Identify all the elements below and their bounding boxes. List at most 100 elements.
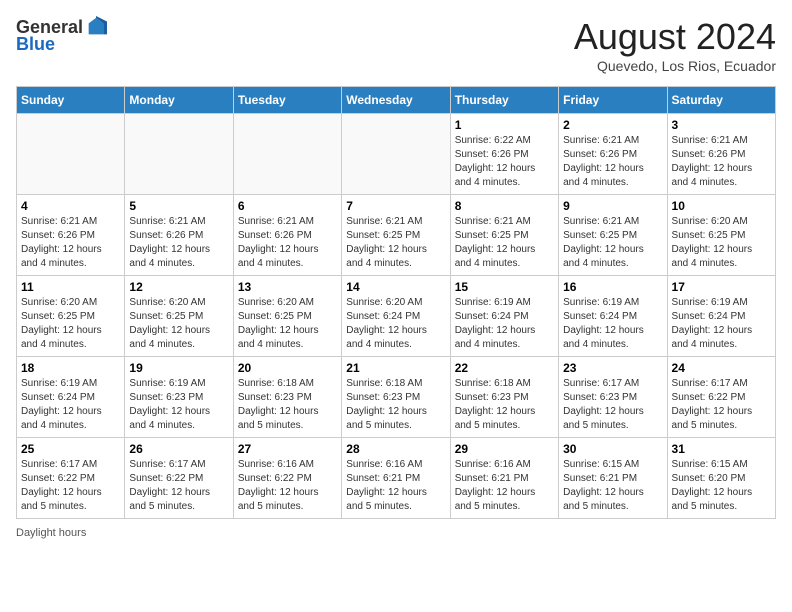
calendar-cell: 23 Sunrise: 6:17 AM Sunset: 6:23 PM Dayli… xyxy=(559,357,667,438)
calendar-header: SundayMondayTuesdayWednesdayThursdayFrid… xyxy=(17,87,776,114)
day-number: 15 xyxy=(455,280,554,294)
calendar-cell: 10 Sunrise: 6:20 AM Sunset: 6:25 PM Dayli… xyxy=(667,195,775,276)
calendar-week-1: 4 Sunrise: 6:21 AM Sunset: 6:26 PM Daylig… xyxy=(17,195,776,276)
day-info: Sunrise: 6:20 AM Sunset: 6:25 PM Dayligh… xyxy=(129,296,228,352)
day-number: 17 xyxy=(672,280,771,294)
calendar-table: SundayMondayTuesdayWednesdayThursdayFrid… xyxy=(16,86,776,519)
day-number: 30 xyxy=(563,442,662,456)
day-number: 26 xyxy=(129,442,228,456)
day-info: Sunrise: 6:20 AM Sunset: 6:25 PM Dayligh… xyxy=(21,296,120,352)
day-info: Sunrise: 6:18 AM Sunset: 6:23 PM Dayligh… xyxy=(346,377,445,433)
day-info: Sunrise: 6:18 AM Sunset: 6:23 PM Dayligh… xyxy=(238,377,337,433)
calendar-cell xyxy=(233,114,341,195)
calendar-cell: 14Sunrise: 6:20 AM Sunset: 6:24 PM Dayli… xyxy=(342,276,450,357)
calendar-cell: 2 Sunrise: 6:21 AM Sunset: 6:26 PM Daylig… xyxy=(559,114,667,195)
day-info: Sunrise: 6:15 AM Sunset: 6:20 PM Dayligh… xyxy=(672,458,771,514)
calendar-cell: 8 Sunrise: 6:21 AM Sunset: 6:25 PM Daylig… xyxy=(450,195,558,276)
day-header-monday: Monday xyxy=(125,87,233,114)
day-header-wednesday: Wednesday xyxy=(342,87,450,114)
calendar-week-0: 1 Sunrise: 6:22 AM Sunset: 6:26 PM Daylig… xyxy=(17,114,776,195)
calendar-cell: 25 Sunrise: 6:17 AM Sunset: 6:22 PM Dayli… xyxy=(17,438,125,519)
day-number: 13 xyxy=(238,280,337,294)
day-info: Sunrise: 6:18 AM Sunset: 6:23 PM Dayligh… xyxy=(455,377,554,433)
day-number: 14 xyxy=(346,280,445,294)
day-number: 24 xyxy=(672,361,771,375)
day-info: Sunrise: 6:19 AM Sunset: 6:24 PM Dayligh… xyxy=(563,296,662,352)
calendar-week-4: 25 Sunrise: 6:17 AM Sunset: 6:22 PM Dayli… xyxy=(17,438,776,519)
day-info: Sunrise: 6:16 AM Sunset: 6:21 PM Dayligh… xyxy=(455,458,554,514)
calendar-cell: 17 Sunrise: 6:19 AM Sunset: 6:24 PM Dayli… xyxy=(667,276,775,357)
day-info: Sunrise: 6:20 AM Sunset: 6:25 PM Dayligh… xyxy=(672,215,771,271)
calendar-cell: 29 Sunrise: 6:16 AM Sunset: 6:21 PM Dayli… xyxy=(450,438,558,519)
day-number: 10 xyxy=(672,199,771,213)
calendar-cell: 20 Sunrise: 6:18 AM Sunset: 6:23 PM Dayli… xyxy=(233,357,341,438)
day-info: Sunrise: 6:19 AM Sunset: 6:24 PM Dayligh… xyxy=(672,296,771,352)
footer: Daylight hours xyxy=(16,527,776,539)
day-info: Sunrise: 6:21 AM Sunset: 6:26 PM Dayligh… xyxy=(21,215,120,271)
calendar-cell: 21Sunrise: 6:18 AM Sunset: 6:23 PM Dayli… xyxy=(342,357,450,438)
calendar-cell: 22Sunrise: 6:18 AM Sunset: 6:23 PM Dayli… xyxy=(450,357,558,438)
day-info: Sunrise: 6:16 AM Sunset: 6:22 PM Dayligh… xyxy=(238,458,337,514)
day-number: 25 xyxy=(21,442,120,456)
day-info: Sunrise: 6:21 AM Sunset: 6:26 PM Dayligh… xyxy=(238,215,337,271)
day-number: 5 xyxy=(129,199,228,213)
logo-icon xyxy=(85,16,107,38)
day-info: Sunrise: 6:17 AM Sunset: 6:22 PM Dayligh… xyxy=(672,377,771,433)
day-number: 19 xyxy=(129,361,228,375)
month-title: August 2024 xyxy=(574,16,776,58)
day-number: 20 xyxy=(238,361,337,375)
day-info: Sunrise: 6:21 AM Sunset: 6:25 PM Dayligh… xyxy=(455,215,554,271)
day-info: Sunrise: 6:21 AM Sunset: 6:25 PM Dayligh… xyxy=(563,215,662,271)
calendar-cell: 15 Sunrise: 6:19 AM Sunset: 6:24 PM Dayli… xyxy=(450,276,558,357)
day-number: 23 xyxy=(563,361,662,375)
logo-blue: Blue xyxy=(16,34,55,55)
day-info: Sunrise: 6:22 AM Sunset: 6:26 PM Dayligh… xyxy=(455,134,554,190)
day-number: 3 xyxy=(672,118,771,132)
calendar-cell: 5Sunrise: 6:21 AM Sunset: 6:26 PM Daylig… xyxy=(125,195,233,276)
day-info: Sunrise: 6:16 AM Sunset: 6:21 PM Dayligh… xyxy=(346,458,445,514)
calendar-cell: 11 Sunrise: 6:20 AM Sunset: 6:25 PM Dayli… xyxy=(17,276,125,357)
day-number: 2 xyxy=(563,118,662,132)
calendar-cell: 31Sunrise: 6:15 AM Sunset: 6:20 PM Dayli… xyxy=(667,438,775,519)
day-info: Sunrise: 6:21 AM Sunset: 6:26 PM Dayligh… xyxy=(672,134,771,190)
calendar-week-2: 11 Sunrise: 6:20 AM Sunset: 6:25 PM Dayli… xyxy=(17,276,776,357)
logo: General Blue xyxy=(16,16,107,55)
calendar-cell: 3 Sunrise: 6:21 AM Sunset: 6:26 PM Daylig… xyxy=(667,114,775,195)
day-number: 6 xyxy=(238,199,337,213)
day-number: 8 xyxy=(455,199,554,213)
calendar-cell: 6 Sunrise: 6:21 AM Sunset: 6:26 PM Daylig… xyxy=(233,195,341,276)
day-number: 12 xyxy=(129,280,228,294)
day-number: 29 xyxy=(455,442,554,456)
location-subtitle: Quevedo, Los Rios, Ecuador xyxy=(574,58,776,74)
day-info: Sunrise: 6:19 AM Sunset: 6:24 PM Dayligh… xyxy=(21,377,120,433)
day-info: Sunrise: 6:15 AM Sunset: 6:21 PM Dayligh… xyxy=(563,458,662,514)
day-number: 7 xyxy=(346,199,445,213)
calendar-body: 1 Sunrise: 6:22 AM Sunset: 6:26 PM Daylig… xyxy=(17,114,776,519)
day-info: Sunrise: 6:19 AM Sunset: 6:23 PM Dayligh… xyxy=(129,377,228,433)
day-info: Sunrise: 6:17 AM Sunset: 6:23 PM Dayligh… xyxy=(563,377,662,433)
day-number: 1 xyxy=(455,118,554,132)
day-info: Sunrise: 6:17 AM Sunset: 6:22 PM Dayligh… xyxy=(21,458,120,514)
calendar-cell: 24 Sunrise: 6:17 AM Sunset: 6:22 PM Dayli… xyxy=(667,357,775,438)
day-number: 4 xyxy=(21,199,120,213)
day-header-sunday: Sunday xyxy=(17,87,125,114)
day-info: Sunrise: 6:21 AM Sunset: 6:25 PM Dayligh… xyxy=(346,215,445,271)
calendar-cell: 30 Sunrise: 6:15 AM Sunset: 6:21 PM Dayli… xyxy=(559,438,667,519)
day-header-thursday: Thursday xyxy=(450,87,558,114)
calendar-cell: 19 Sunrise: 6:19 AM Sunset: 6:23 PM Dayli… xyxy=(125,357,233,438)
title-block: August 2024 Quevedo, Los Rios, Ecuador xyxy=(574,16,776,74)
calendar-cell: 16Sunrise: 6:19 AM Sunset: 6:24 PM Dayli… xyxy=(559,276,667,357)
day-info: Sunrise: 6:20 AM Sunset: 6:25 PM Dayligh… xyxy=(238,296,337,352)
calendar-cell: 1 Sunrise: 6:22 AM Sunset: 6:26 PM Daylig… xyxy=(450,114,558,195)
day-info: Sunrise: 6:17 AM Sunset: 6:22 PM Dayligh… xyxy=(129,458,228,514)
page-header: General Blue August 2024 Quevedo, Los Ri… xyxy=(16,16,776,74)
calendar-cell: 13 Sunrise: 6:20 AM Sunset: 6:25 PM Dayli… xyxy=(233,276,341,357)
calendar-cell xyxy=(17,114,125,195)
calendar-cell: 12 Sunrise: 6:20 AM Sunset: 6:25 PM Dayli… xyxy=(125,276,233,357)
day-number: 18 xyxy=(21,361,120,375)
footer-text: Daylight hours xyxy=(16,527,86,539)
day-info: Sunrise: 6:19 AM Sunset: 6:24 PM Dayligh… xyxy=(455,296,554,352)
day-info: Sunrise: 6:21 AM Sunset: 6:26 PM Dayligh… xyxy=(563,134,662,190)
day-number: 27 xyxy=(238,442,337,456)
day-number: 11 xyxy=(21,280,120,294)
